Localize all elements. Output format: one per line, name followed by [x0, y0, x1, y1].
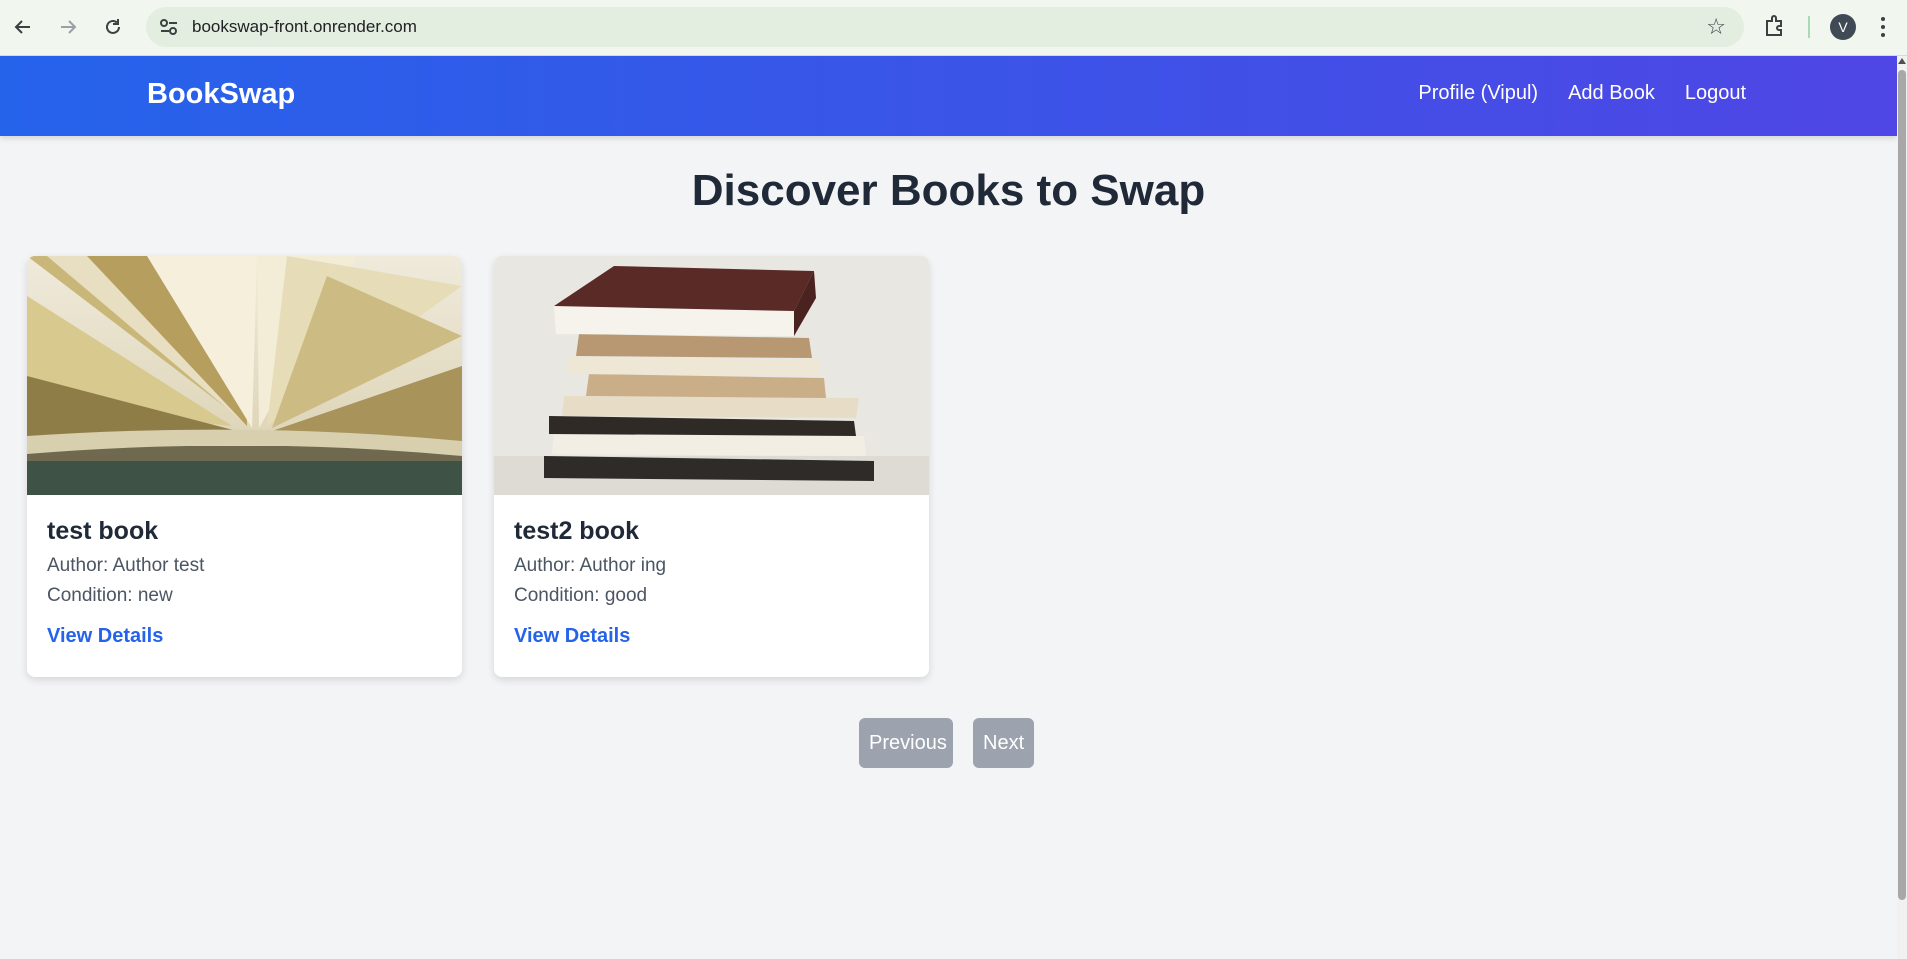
- page-viewport: BookSwap Profile (Vipul) Add Book Logout…: [0, 56, 1897, 959]
- book-condition: Condition: good: [514, 585, 648, 606]
- open-book-image: [27, 256, 462, 495]
- browser-toolbar: bookswap-front.onrender.com ☆ V: [0, 0, 1907, 56]
- view-details-link[interactable]: View Details: [514, 625, 630, 648]
- scrollbar-thumb[interactable]: [1898, 70, 1906, 900]
- page-title: Discover Books to Swap: [691, 166, 1206, 215]
- page-scrollbar[interactable]: [1897, 56, 1907, 959]
- pagination: Previous Next: [859, 718, 1034, 768]
- previous-button[interactable]: Previous: [859, 718, 953, 768]
- app-navbar: BookSwap Profile (Vipul) Add Book Logout: [0, 56, 1897, 136]
- view-details-link[interactable]: View Details: [47, 625, 163, 648]
- scroll-up-icon[interactable]: [1898, 58, 1906, 64]
- nav-logout-link[interactable]: Logout: [1685, 82, 1746, 105]
- book-stack-image: [494, 256, 929, 495]
- forward-icon[interactable]: [53, 12, 83, 42]
- book-card: test2 book Author: Author ing Condition:…: [494, 256, 929, 677]
- bookmark-star-icon[interactable]: ☆: [1706, 14, 1726, 40]
- book-title: test2 book: [514, 517, 640, 545]
- book-title: test book: [47, 517, 159, 545]
- book-condition: Condition: new: [47, 585, 173, 606]
- book-grid: test book Author: Author test Condition:…: [27, 256, 929, 677]
- reload-icon[interactable]: [98, 12, 128, 42]
- toolbar-divider: [1808, 16, 1810, 38]
- address-bar[interactable]: bookswap-front.onrender.com ☆: [146, 7, 1744, 47]
- back-icon[interactable]: [8, 12, 38, 42]
- brand-logo[interactable]: BookSwap: [147, 78, 295, 111]
- book-card-body: test book Author: Author test Condition:…: [27, 495, 462, 648]
- next-button[interactable]: Next: [973, 718, 1034, 768]
- nav-add-book-link[interactable]: Add Book: [1568, 82, 1655, 105]
- nav-profile-link[interactable]: Profile (Vipul): [1418, 82, 1538, 105]
- book-card-body: test2 book Author: Author ing Condition:…: [494, 495, 929, 648]
- browser-menu-icon[interactable]: [1876, 12, 1890, 42]
- url-text[interactable]: bookswap-front.onrender.com: [192, 17, 417, 37]
- book-card: test book Author: Author test Condition:…: [27, 256, 462, 677]
- extensions-icon[interactable]: [1762, 13, 1790, 41]
- profile-avatar[interactable]: V: [1830, 14, 1856, 40]
- nav-links: Profile (Vipul) Add Book Logout: [1418, 82, 1746, 105]
- book-author: Author: Author ing: [514, 555, 667, 576]
- book-author: Author: Author test: [47, 555, 205, 576]
- site-settings-icon[interactable]: [158, 16, 180, 38]
